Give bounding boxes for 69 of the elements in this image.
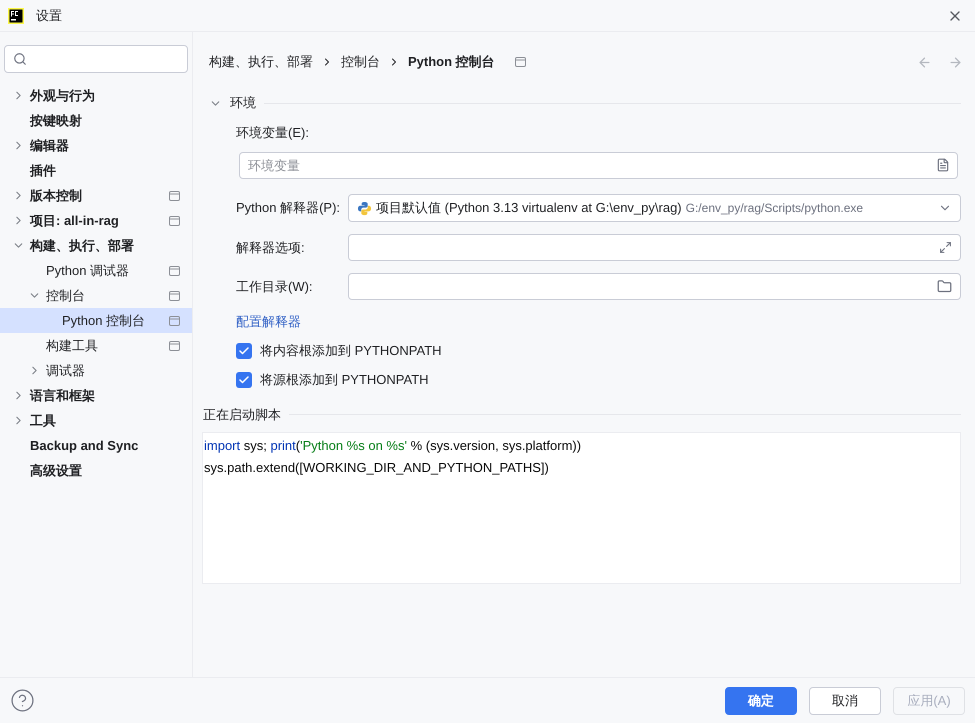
input-field[interactable]: 环境变量 xyxy=(239,152,958,179)
section-title: 环境 xyxy=(230,94,256,112)
field-label: 工作目录(W): xyxy=(236,278,314,296)
tree-item-label: Python 调试器 xyxy=(46,262,130,280)
search-field[interactable] xyxy=(4,45,188,73)
dialog-button[interactable]: 确定 xyxy=(725,686,797,714)
breadcrumb-item: Python 控制台 xyxy=(408,53,495,72)
field-label: 环境变量(E): xyxy=(236,124,310,142)
tree-item-label: 编辑器 xyxy=(30,136,69,155)
code-line: sys.path.extend([WORKING_DIR_AND_PYTHON_PATHS]) xyxy=(204,458,550,477)
tree-item-label: 语言和框架 xyxy=(30,386,95,405)
tree-item[interactable]: 编辑器 xyxy=(0,133,192,158)
checkbox[interactable] xyxy=(236,372,252,388)
tree-item[interactable]: Python 调试器 xyxy=(0,258,192,283)
app-logo-icon xyxy=(8,8,24,24)
tree-item[interactable]: 按键映射 xyxy=(0,108,192,133)
tree-item-label: 高级设置 xyxy=(30,462,82,480)
tree-item[interactable]: 调试器 xyxy=(0,358,192,383)
configure-interpreter-link[interactable]: 配置解释器 xyxy=(236,312,301,332)
tree-item[interactable]: 工具 xyxy=(0,408,192,433)
tree-item[interactable]: 项目: all-in-rag xyxy=(0,208,192,233)
interpreter-dropdown[interactable]: 项目默认值 (Python 3.13 virtualenv at G:\env_py\rag) G:/env_py/rag/Scripts/python.exe xyxy=(348,194,961,222)
tree-item[interactable]: 插件 xyxy=(0,158,192,183)
tree-item-label: 构建工具 xyxy=(46,336,98,355)
input-field[interactable] xyxy=(348,273,961,300)
section-title: 正在启动脚本 xyxy=(203,406,281,424)
tree-item[interactable]: 外观与行为 xyxy=(0,83,192,108)
checkbox-label: 将内容根添加到 PYTHONPATH xyxy=(260,342,442,360)
check-icon xyxy=(238,374,250,386)
field-label: Python 解释器(P): xyxy=(236,199,342,218)
tree-item-label: 插件 xyxy=(30,162,56,180)
tree-item-label: 版本控制 xyxy=(30,186,82,205)
tree-item-label: 项目: all-in-rag xyxy=(30,212,119,230)
tree-item[interactable]: Backup and Sync xyxy=(0,433,192,458)
breadcrumb-item[interactable]: 构建、执行、部署 xyxy=(209,52,313,72)
project-scope-icon xyxy=(514,57,526,67)
code-line: import sys; print('Python %s on %s' % (sys.version, sys.platform)) xyxy=(204,436,582,455)
interpreter-path: G:/env_py/rag/Scripts/python.exe xyxy=(686,200,864,217)
tree-item-label: Backup and Sync xyxy=(30,436,138,455)
dialog-button[interactable]: 取消 xyxy=(809,686,881,714)
input-field[interactable] xyxy=(348,234,961,261)
expand-icon[interactable] xyxy=(939,241,952,254)
code-editor[interactable]: import sys; print('Python %s on %s' % (sys.version, sys.platform)) sys.path.extend([WORKING_DIR_AND_PYTHON_PATHS]) xyxy=(202,432,961,584)
folder-icon[interactable] xyxy=(937,279,952,294)
tree-item-label: 按键映射 xyxy=(30,112,82,130)
checkbox-label: 将源根添加到 PYTHONPATH xyxy=(260,370,429,389)
tree-item[interactable]: 构建、执行、部署 xyxy=(0,233,192,258)
tree-item[interactable]: Python 控制台 xyxy=(0,308,192,333)
tree-item[interactable]: 控制台 xyxy=(0,283,192,308)
breadcrumb-item[interactable]: 控制台 xyxy=(341,52,380,72)
tree-item-label: 工具 xyxy=(30,412,56,430)
tree-item-label: 调试器 xyxy=(46,362,85,380)
window-title: 设置 xyxy=(36,6,62,25)
help-icon[interactable] xyxy=(10,688,35,713)
tree-item-label: 外观与行为 xyxy=(30,86,95,105)
tree-item-label: 构建、执行、部署 xyxy=(30,236,134,255)
python-icon xyxy=(357,200,372,216)
check-icon xyxy=(238,344,250,356)
tree-item[interactable]: 构建工具 xyxy=(0,333,192,358)
tree-item-label: 控制台 xyxy=(46,286,85,305)
list-icon[interactable] xyxy=(936,158,950,172)
interpreter-value: 项目默认值 (Python 3.13 virtualenv at G:\env_py\rag) xyxy=(376,199,682,218)
tree-item[interactable]: 高级设置 xyxy=(0,458,192,483)
tree-item[interactable]: 语言和框架 xyxy=(0,383,192,408)
search-icon xyxy=(13,52,27,66)
checkbox[interactable] xyxy=(236,342,252,358)
tree-item-label: Python 控制台 xyxy=(62,312,146,330)
field-label: 解释器选项: xyxy=(236,238,306,257)
tree-item[interactable]: 版本控制 xyxy=(0,183,192,208)
